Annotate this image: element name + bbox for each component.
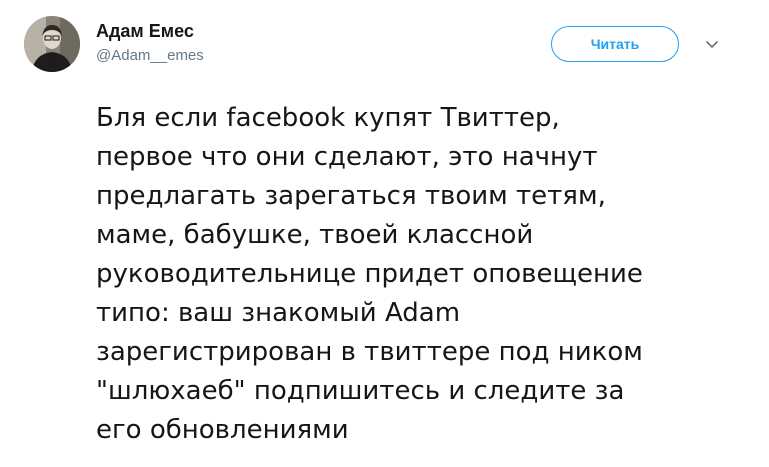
tweet-line: маме, бабушке, твоей классной xyxy=(96,220,534,250)
author-handle[interactable]: @Adam__emes xyxy=(96,46,204,66)
tweet-line: типо: ваш знакомый Adam xyxy=(96,298,461,328)
avatar-photo-icon xyxy=(24,16,80,72)
tweet-line: "шлюхаеб" подпишитесь и следите за xyxy=(96,376,625,406)
author-display-name[interactable]: Адам Емес xyxy=(96,19,194,43)
tweet-text: Бля если facebook купят Твиттер, первое … xyxy=(96,99,746,450)
follow-button[interactable]: Читать xyxy=(551,26,679,62)
tweet-line: Бля если facebook купят Твиттер, xyxy=(96,103,560,133)
tweet-line: его обновлениями xyxy=(96,415,349,445)
tweet-line: первое что они сделают, это начнут xyxy=(96,142,598,172)
tweet-line: зарегистрирован в твиттере под ником xyxy=(96,337,643,367)
avatar[interactable] xyxy=(24,16,80,72)
tweet-line: предлагать зарегаться твоим тетям, xyxy=(96,181,606,211)
tweet-line: руководительнице придет оповещение xyxy=(96,259,643,289)
chevron-down-icon[interactable] xyxy=(703,38,721,52)
tweet-card: Адам Емес @Adam__emes Читать Бля если fa… xyxy=(0,0,769,467)
